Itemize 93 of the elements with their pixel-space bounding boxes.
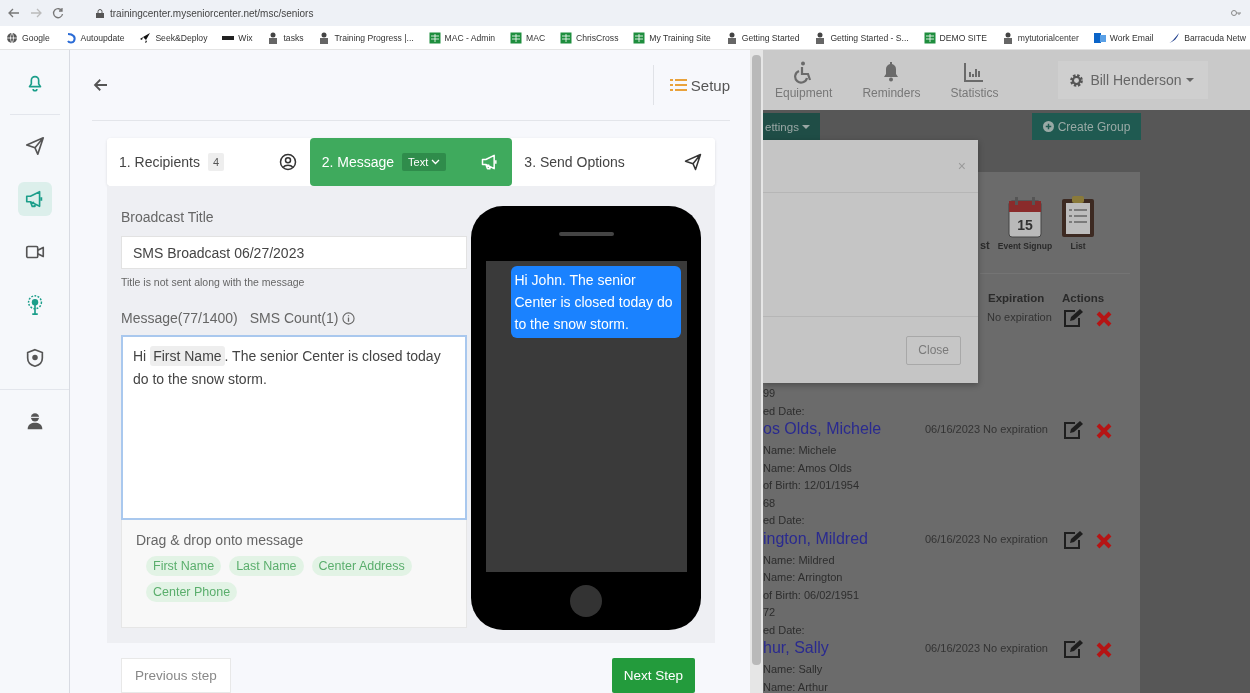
event-signup-tile[interactable]: 15 Event Signup <box>997 195 1053 251</box>
edit-icon[interactable] <box>1062 420 1084 440</box>
bookmark[interactable]: ChrisCross <box>559 31 619 44</box>
record-detail: Name: Mildred <box>763 552 836 568</box>
record-detail: 99 <box>763 386 777 401</box>
user-menu-button[interactable]: Bill Henderson <box>1058 61 1209 99</box>
person-circle-icon <box>277 152 298 172</box>
record-detail: ed Date: <box>763 513 806 528</box>
back-arrow-icon <box>92 76 110 94</box>
swirl-icon <box>64 31 77 44</box>
record-detail: Name: Arthur <box>763 679 829 693</box>
tile-label: st <box>980 239 990 251</box>
edit-icon[interactable] <box>1062 308 1084 328</box>
back-button[interactable] <box>92 76 110 94</box>
step-tab[interactable]: 1. Recipients 4 <box>107 138 310 186</box>
record-detail: Name: Amos Olds <box>763 460 853 476</box>
back-icon[interactable] <box>8 7 20 19</box>
spreadsheet-icon <box>559 31 572 44</box>
step-tab[interactable]: 3. Send Options <box>512 138 715 186</box>
count-badge: 4 <box>207 153 225 171</box>
record-detail: ed Date: <box>763 403 806 419</box>
record-detail: of Birth: 06/02/1951 <box>763 587 860 603</box>
message-field[interactable]: Hi First Name . The senior Center is closed today do to the snow storm. <box>121 335 467 520</box>
merge-tag: First Name <box>150 346 225 366</box>
person-icon <box>318 31 331 44</box>
list-icon <box>669 78 687 92</box>
bookmark[interactable]: Getting Started <box>725 31 800 44</box>
bookmark[interactable]: MAC - Admin <box>428 31 496 44</box>
person-icon <box>267 31 280 44</box>
spreadsheet-icon <box>510 31 522 44</box>
url-text: trainingcenter.myseniorcenter.net/msc/seniors <box>110 7 314 19</box>
bookmark[interactable]: Seek&Deploy <box>139 31 208 44</box>
record-detail: Name: Michele <box>763 443 838 458</box>
chevron-icon <box>431 159 441 165</box>
rocket-icon <box>139 31 152 44</box>
edit-icon[interactable] <box>1062 639 1084 659</box>
drag-hint: Drag & drop onto message <box>136 532 305 548</box>
record-detail: of Birth: 12/01/1954 <box>763 478 860 493</box>
bookmark[interactable]: Training Progress |... <box>318 31 414 44</box>
step-tab[interactable]: 2. Message Text <box>309 138 513 186</box>
lock-icon <box>96 8 104 18</box>
bookmark[interactable]: mytutorialcenter <box>1001 31 1079 44</box>
expiration-text: No expiration <box>986 310 1053 323</box>
speaker-slot <box>558 232 614 236</box>
paper-plane-icon <box>683 152 703 172</box>
key-icon[interactable] <box>1230 7 1242 19</box>
bookmark[interactable]: My Training Site <box>633 31 711 44</box>
sms-count: SMS Count(1) <box>249 310 339 326</box>
field-hint: Title is not sent along with the message <box>121 276 306 288</box>
record-detail: ed Date: <box>763 622 806 638</box>
title-field[interactable]: SMS Broadcast 06/27/2023 <box>121 236 467 269</box>
info-icon[interactable] <box>342 311 356 325</box>
edit-icon[interactable] <box>1062 529 1084 550</box>
person-icon <box>725 31 738 44</box>
caret-icon <box>1186 78 1195 82</box>
bookmark[interactable]: MAC <box>510 31 546 44</box>
message-bubble: Hi John. The senior Center is closed today do to the snow storm. <box>510 266 681 338</box>
reload-icon[interactable] <box>52 7 64 19</box>
person-icon <box>1001 31 1014 44</box>
spreadsheet-icon <box>633 31 646 44</box>
spreadsheet-icon <box>428 31 441 44</box>
person-icon <box>814 31 827 44</box>
scrollbar[interactable] <box>750 50 763 693</box>
gear-icon <box>1068 71 1086 89</box>
caret-icon <box>801 124 810 129</box>
previous-step-button[interactable]: Previous step <box>121 658 231 693</box>
record-detail: Name: Arrington <box>763 570 844 585</box>
bookmark[interactable]: Wix <box>222 31 253 44</box>
next-step-button[interactable]: Next Step <box>611 658 695 693</box>
plus-circle-icon <box>1042 121 1054 132</box>
bookmark[interactable]: Autoupdate <box>64 31 125 44</box>
globe-icon <box>6 31 18 44</box>
paper-plane-icon <box>23 135 46 157</box>
mail-icon <box>1093 31 1106 44</box>
bookmark[interactable]: Barracuda Netw <box>1168 31 1246 44</box>
column-header: Expiration <box>987 292 1046 304</box>
sidebar-button[interactable] <box>17 182 52 216</box>
record-detail: 72 <box>763 605 777 620</box>
field-label: Message(77/1400) <box>121 310 238 326</box>
settings-button[interactable]: ettings <box>763 113 820 140</box>
bookmark[interactable]: tasks <box>267 31 304 44</box>
record-detail: Name: Sally <box>763 662 824 677</box>
spreadsheet-icon <box>923 31 936 44</box>
bookmark[interactable]: DEMO SITE <box>923 31 987 44</box>
clipboard-icon <box>1060 193 1097 239</box>
field-label: Broadcast Title <box>121 209 215 225</box>
bookmark[interactable]: Work Email <box>1093 31 1154 44</box>
column-header: Actions <box>1062 292 1106 304</box>
setup-button[interactable]: Setup <box>669 76 730 94</box>
bookmark[interactable]: Getting Started - S... <box>814 31 909 44</box>
format-dropdown[interactable]: Text <box>402 153 447 171</box>
record-detail: 68 <box>763 495 777 511</box>
bookmark[interactable]: Google <box>6 31 50 44</box>
